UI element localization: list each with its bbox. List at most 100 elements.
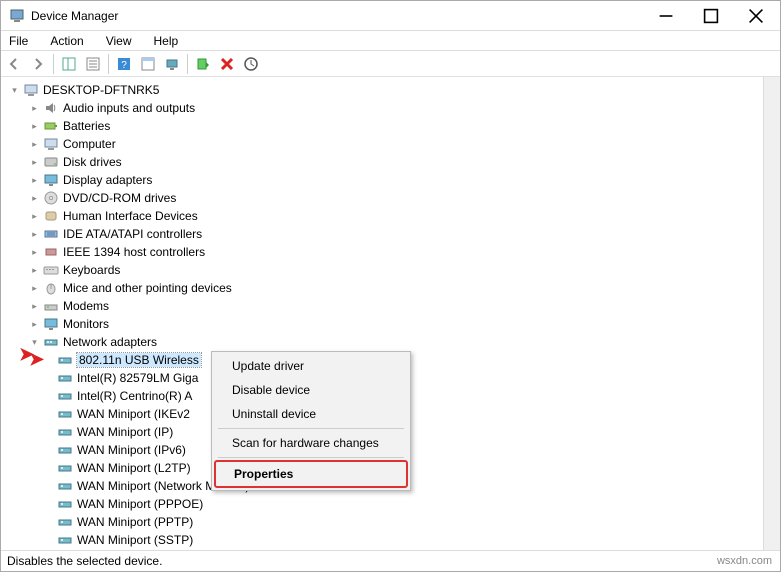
category-batteries[interactable]: ▸ Batteries <box>1 117 763 135</box>
adapter-icon <box>57 460 73 476</box>
window-controls <box>643 1 778 30</box>
node-label: Modems <box>63 299 109 313</box>
toolbar-separator <box>53 54 54 74</box>
display-icon <box>43 172 59 188</box>
network-icon <box>43 334 59 350</box>
adapter-icon <box>57 388 73 404</box>
device-manager-window: Device Manager File Action View Help ? <box>0 0 781 572</box>
status-text: Disables the selected device. <box>7 554 162 568</box>
computer-icon <box>43 136 59 152</box>
annotation-arrow: ➤ <box>29 349 44 370</box>
node-label: WAN Miniport (IP) <box>77 425 173 439</box>
node-label: WAN Miniport (PPTP) <box>77 515 193 529</box>
node-label: Batteries <box>63 119 110 133</box>
ieee-icon <box>43 244 59 260</box>
computer-icon <box>23 82 39 98</box>
expand-icon[interactable]: ▸ <box>29 157 40 168</box>
node-label: WAN Miniport (SSTP) <box>77 533 193 547</box>
adapter-icon <box>57 532 73 548</box>
category-display[interactable]: ▸ Display adapters <box>1 171 763 189</box>
update-driver-button[interactable] <box>240 53 262 75</box>
menu-separator <box>218 428 404 429</box>
category-disk[interactable]: ▸ Disk drives <box>1 153 763 171</box>
category-computer[interactable]: ▸Computer <box>1 135 763 153</box>
adapter-icon <box>57 406 73 422</box>
menu-help[interactable]: Help <box>150 32 183 50</box>
vertical-scrollbar[interactable] <box>763 77 780 550</box>
category-audio[interactable]: ▸Audio inputs and outputs <box>1 99 763 117</box>
category-modems[interactable]: ▸ Modems <box>1 297 763 315</box>
ctx-properties[interactable]: Properties <box>214 460 408 488</box>
ctx-uninstall-device[interactable]: Uninstall device <box>214 402 408 426</box>
back-button[interactable] <box>3 53 25 75</box>
minimize-button[interactable] <box>643 1 688 30</box>
category-hid[interactable]: ▸ Human Interface Devices <box>1 207 763 225</box>
category-ieee[interactable]: ▸ IEEE 1394 host controllers <box>1 243 763 261</box>
expand-icon[interactable]: ▸ <box>29 103 40 114</box>
ctx-update-driver[interactable]: Update driver <box>214 354 408 378</box>
keyboards-icon <box>43 262 59 278</box>
node-label: Human Interface Devices <box>63 209 198 223</box>
ctx-scan-hardware[interactable]: Scan for hardware changes <box>214 431 408 455</box>
node-label: WAN Miniport (IKEv2 <box>77 407 190 421</box>
expand-icon[interactable]: ▸ <box>29 229 40 240</box>
category-ide[interactable]: ▸IDE ATA/ATAPI controllers <box>1 225 763 243</box>
node-label: IEEE 1394 host controllers <box>63 245 205 259</box>
category-keyboards[interactable]: ▸Keyboards <box>1 261 763 279</box>
enable-device-button[interactable] <box>192 53 214 75</box>
properties-button[interactable] <box>82 53 104 75</box>
category-network[interactable]: ▾ Network adapters <box>1 333 763 351</box>
node-label: 802.11n USB Wireless <box>77 353 201 367</box>
sheet-button[interactable] <box>137 53 159 75</box>
menu-file[interactable]: File <box>5 32 32 50</box>
collapse-icon[interactable]: ▾ <box>9 85 20 96</box>
category-dvd[interactable]: ▸ DVD/CD-ROM drives <box>1 189 763 207</box>
expand-icon[interactable]: ▸ <box>29 139 40 150</box>
hid-icon <box>43 208 59 224</box>
titlebar: Device Manager <box>1 1 780 31</box>
disk-icon <box>43 154 59 170</box>
node-label: Mice and other pointing devices <box>63 281 232 295</box>
toolbar-separator <box>187 54 188 74</box>
node-label: Disk drives <box>63 155 122 169</box>
adapter-icon <box>57 478 73 494</box>
expand-icon[interactable]: ▸ <box>29 211 40 222</box>
show-hide-tree-button[interactable] <box>58 53 80 75</box>
network-adapter-item[interactable]: WAN Miniport (PPTP) <box>1 513 763 531</box>
forward-button[interactable] <box>27 53 49 75</box>
node-label: Network adapters <box>63 335 157 349</box>
category-monitors[interactable]: ▸ Monitors <box>1 315 763 333</box>
content-area: ▾ DESKTOP-DFTNRK5 ▸Audio inputs and outp… <box>1 77 780 550</box>
network-adapter-item[interactable]: WAN Miniport (PPPOE) <box>1 495 763 513</box>
menu-view[interactable]: View <box>102 32 136 50</box>
node-label: Monitors <box>63 317 109 331</box>
help-button[interactable]: ? <box>113 53 135 75</box>
expand-icon[interactable]: ▸ <box>29 283 40 294</box>
adapter-icon <box>57 514 73 530</box>
root-node[interactable]: ▾ DESKTOP-DFTNRK5 <box>1 81 763 99</box>
expand-icon[interactable]: ▸ <box>29 265 40 276</box>
node-label: DESKTOP-DFTNRK5 <box>43 83 159 97</box>
scan-hardware-button[interactable] <box>161 53 183 75</box>
expand-icon[interactable]: ▸ <box>29 193 40 204</box>
modems-icon <box>43 298 59 314</box>
expand-icon[interactable]: ▸ <box>29 121 40 132</box>
category-mice[interactable]: ▸ Mice and other pointing devices <box>1 279 763 297</box>
maximize-button[interactable] <box>688 1 733 30</box>
expand-icon[interactable]: ▸ <box>29 301 40 312</box>
node-label: Display adapters <box>63 173 152 187</box>
expand-icon[interactable]: ▸ <box>29 319 40 330</box>
uninstall-button[interactable] <box>216 53 238 75</box>
network-adapter-item[interactable]: WAN Miniport (SSTP) <box>1 531 763 549</box>
svg-text:?: ? <box>121 60 127 71</box>
expand-icon[interactable]: ▸ <box>29 247 40 258</box>
ctx-disable-device[interactable]: Disable device <box>214 378 408 402</box>
close-button[interactable] <box>733 1 778 30</box>
adapter-icon <box>57 370 73 386</box>
batteries-icon <box>43 118 59 134</box>
expand-icon[interactable]: ▸ <box>29 175 40 186</box>
adapter-icon <box>57 442 73 458</box>
menu-action[interactable]: Action <box>46 32 87 50</box>
app-icon <box>9 8 25 24</box>
node-label: DVD/CD-ROM drives <box>63 191 176 205</box>
